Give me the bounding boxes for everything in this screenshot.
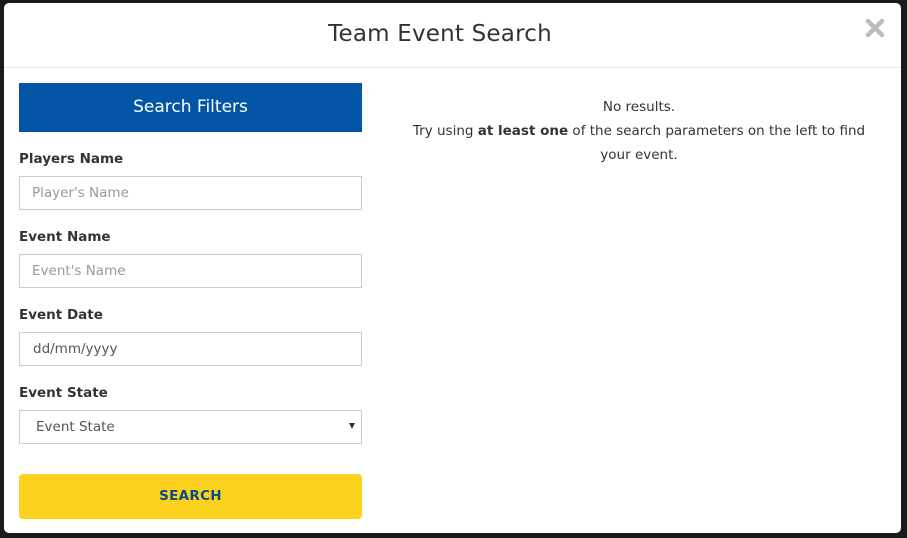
search-hint-prefix: Try using	[412, 123, 478, 139]
event-name-input[interactable]	[19, 254, 362, 288]
search-button[interactable]: SEARCH	[19, 474, 362, 519]
modal-header: Team Event Search	[4, 3, 901, 68]
no-results-text: No results.	[602, 99, 676, 115]
players-name-label: Players Name	[19, 151, 124, 167]
event-date-label: Event Date	[19, 307, 103, 323]
team-event-search-modal: Team Event Search Search Filters Players…	[4, 3, 901, 533]
players-name-input[interactable]	[19, 176, 362, 210]
event-name-label: Event Name	[19, 229, 111, 245]
close-icon	[865, 18, 885, 38]
search-filters-header: Search Filters	[19, 83, 362, 132]
results-panel: No results. Try using at least one of th…	[398, 95, 880, 167]
modal-title: Team Event Search	[328, 21, 552, 47]
search-hint-emphasis: at least one	[477, 123, 569, 139]
event-date-input[interactable]: dd/mm/yyyy	[19, 332, 362, 366]
search-filters-panel: Search Filters Players Name Event Name E…	[19, 83, 362, 519]
search-hint-suffix: of the search parameters on the left to …	[568, 123, 866, 163]
caret-down-icon	[349, 423, 355, 429]
event-state-label: Event State	[19, 385, 108, 401]
event-state-select[interactable]: Event State	[19, 410, 362, 444]
close-button[interactable]	[864, 16, 886, 40]
search-hint-text: Try using at least one of the search par…	[398, 119, 880, 167]
event-state-selected-value: Event State	[36, 419, 115, 435]
event-date-placeholder: dd/mm/yyyy	[33, 341, 118, 357]
